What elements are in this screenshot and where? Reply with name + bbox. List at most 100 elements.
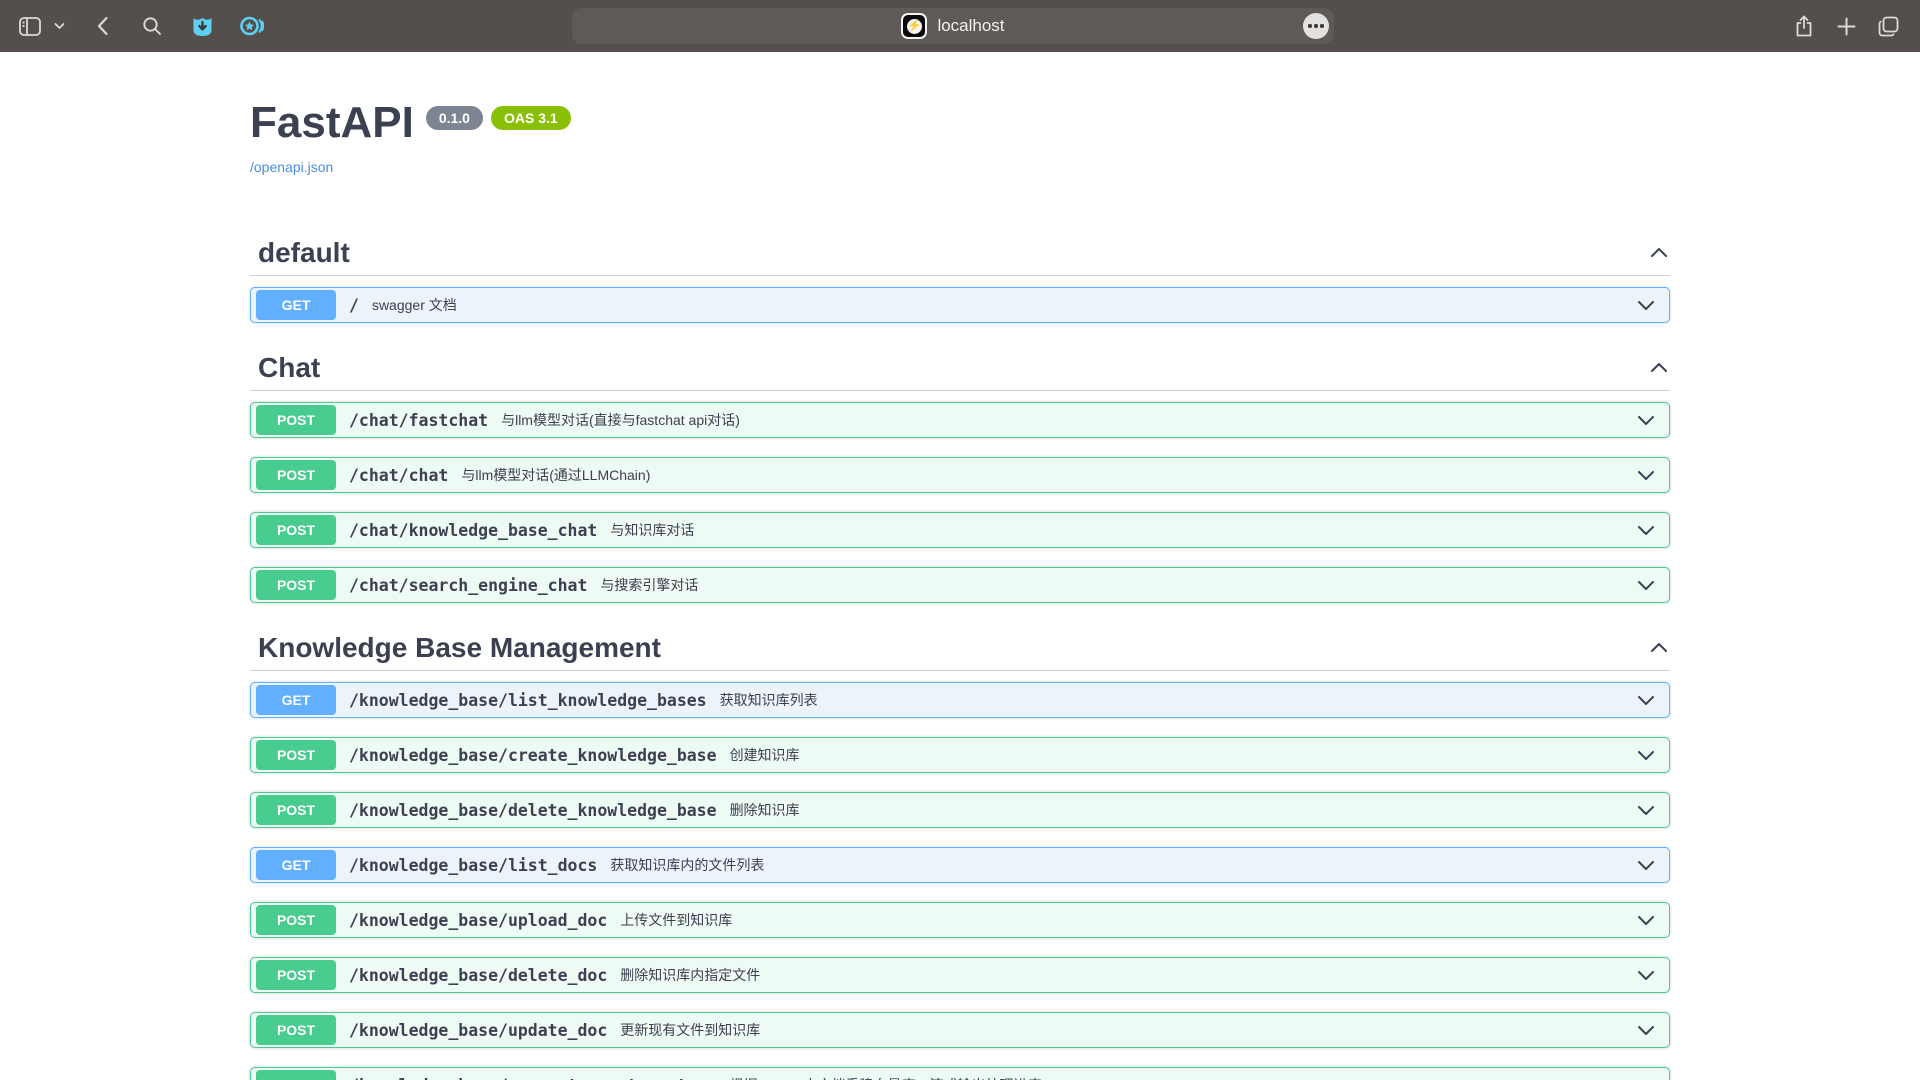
api-sections: default GET / swagger 文档 Chat [250, 227, 1670, 1080]
lightning-bolt-icon: ⚡ [907, 19, 922, 34]
search-icon [142, 16, 162, 36]
api-section: Chat POST /chat/fastchat 与llm模型对话(直接与fas… [250, 342, 1670, 603]
chevron-down-icon[interactable] [1635, 464, 1657, 486]
endpoint-list: POST /chat/fastchat 与llm模型对话(直接与fastchat… [250, 402, 1670, 603]
extension-shield-icon [192, 15, 213, 37]
extension-broadcast-button[interactable] [236, 10, 268, 42]
method-badge: POST [256, 1070, 336, 1080]
section-title: Chat [258, 354, 320, 382]
endpoint-row[interactable]: GET /knowledge_base/list_knowledge_bases… [250, 682, 1670, 718]
endpoint-path: /knowledge_base/list_docs [349, 856, 597, 875]
endpoint-list: GET / swagger 文档 [250, 287, 1670, 323]
endpoint-summary: 创建知识库 [730, 745, 800, 765]
new-tab-button[interactable] [1830, 10, 1862, 42]
chevron-down-icon[interactable] [1635, 294, 1657, 316]
endpoint-row[interactable]: POST /chat/fastchat 与llm模型对话(直接与fastchat… [250, 402, 1670, 438]
api-section: default GET / swagger 文档 [250, 227, 1670, 323]
endpoint-list: GET /knowledge_base/list_knowledge_bases… [250, 682, 1670, 1080]
chevron-down-icon[interactable] [1635, 964, 1657, 986]
chevron-down-icon[interactable] [1635, 744, 1657, 766]
site-favicon: ⚡ [901, 13, 927, 39]
endpoint-path: /knowledge_base/list_knowledge_bases [349, 691, 707, 710]
endpoint-path: /knowledge_base/delete_doc [349, 966, 607, 985]
chevron-up-icon[interactable] [1648, 357, 1670, 379]
oas-badge: OAS 3.1 [491, 106, 571, 130]
method-badge: GET [256, 850, 336, 880]
endpoint-summary: swagger 文档 [372, 295, 457, 315]
endpoint-summary: 获取知识库列表 [720, 690, 818, 710]
url-text: localhost [937, 16, 1004, 36]
method-badge: POST [256, 795, 336, 825]
method-badge: POST [256, 570, 336, 600]
chevron-down-icon[interactable] [1635, 1074, 1657, 1080]
chevron-down-icon[interactable] [1635, 519, 1657, 541]
share-icon [1795, 15, 1813, 37]
endpoint-row[interactable]: POST /chat/chat 与llm模型对话(通过LLMChain) [250, 457, 1670, 493]
endpoint-summary: 根据content中文档重建向量库，流式输出处理进度。 [730, 1075, 1056, 1080]
method-badge: POST [256, 1015, 336, 1045]
endpoint-path: /chat/knowledge_base_chat [349, 521, 597, 540]
section-header[interactable]: default [250, 227, 1670, 276]
chevron-down-icon[interactable] [1635, 689, 1657, 711]
endpoint-row[interactable]: GET / swagger 文档 [250, 287, 1670, 323]
chevron-down-icon [54, 22, 65, 30]
share-button[interactable] [1788, 10, 1820, 42]
chevron-down-icon[interactable] [1635, 799, 1657, 821]
extension-broadcast-icon [240, 15, 264, 37]
openapi-spec-link[interactable]: /openapi.json [250, 159, 333, 175]
section-title: Knowledge Base Management [258, 634, 661, 662]
new-tab-icon [1837, 17, 1856, 36]
endpoint-path: /knowledge_base/delete_knowledge_base [349, 801, 717, 820]
endpoint-path: /chat/chat [349, 466, 448, 485]
api-info: FastAPI 0.1.0 OAS 3.1 /openapi.json [250, 52, 1670, 177]
endpoint-path: /knowledge_base/upload_doc [349, 911, 607, 930]
sidebar-toggle-icon [19, 17, 41, 36]
endpoint-summary: 与知识库对话 [610, 520, 694, 540]
chevron-down-icon[interactable] [1635, 909, 1657, 931]
endpoint-row[interactable]: POST /knowledge_base/upload_doc 上传文件到知识库 [250, 902, 1670, 938]
endpoint-row[interactable]: POST /chat/knowledge_base_chat 与知识库对话 [250, 512, 1670, 548]
chevron-up-icon[interactable] [1648, 637, 1670, 659]
extension-shield-button[interactable] [186, 10, 218, 42]
endpoint-summary: 获取知识库内的文件列表 [610, 855, 764, 875]
method-badge: POST [256, 740, 336, 770]
endpoint-summary: 更新现有文件到知识库 [620, 1020, 760, 1040]
swagger-page: FastAPI 0.1.0 OAS 3.1 /openapi.json defa… [0, 52, 1920, 1080]
sidebar-toggle-button[interactable] [14, 10, 46, 42]
chevron-down-icon[interactable] [1635, 409, 1657, 431]
sidebar-menu-chevron-button[interactable] [50, 10, 68, 42]
endpoint-row[interactable]: POST /chat/search_engine_chat 与搜索引擎对话 [250, 567, 1670, 603]
method-badge: POST [256, 905, 336, 935]
endpoint-row[interactable]: POST /knowledge_base/delete_doc 删除知识库内指定… [250, 957, 1670, 993]
endpoint-row[interactable]: GET /knowledge_base/list_docs 获取知识库内的文件列… [250, 847, 1670, 883]
browser-toolbar: ⚡ localhost [0, 0, 1920, 52]
page-options-button[interactable] [1303, 13, 1329, 39]
tab-overview-icon [1878, 16, 1899, 37]
endpoint-path: /chat/search_engine_chat [349, 576, 587, 595]
chevron-down-icon[interactable] [1635, 1019, 1657, 1041]
method-badge: POST [256, 515, 336, 545]
endpoint-row[interactable]: POST /knowledge_base/recreate_vector_sto… [250, 1067, 1670, 1080]
back-icon [96, 16, 109, 36]
endpoint-path: /knowledge_base/update_doc [349, 1021, 607, 1040]
endpoint-row[interactable]: POST /knowledge_base/update_doc 更新现有文件到知… [250, 1012, 1670, 1048]
back-button[interactable] [86, 10, 118, 42]
more-ellipsis-icon [1308, 24, 1311, 27]
section-header[interactable]: Knowledge Base Management [250, 622, 1670, 671]
address-bar[interactable]: ⚡ localhost [572, 8, 1334, 44]
chevron-up-icon[interactable] [1648, 242, 1670, 264]
endpoint-path: /knowledge_base/create_knowledge_base [349, 746, 717, 765]
endpoint-summary: 与llm模型对话(直接与fastchat api对话) [501, 410, 740, 430]
method-badge: GET [256, 685, 336, 715]
search-button[interactable] [136, 10, 168, 42]
chevron-down-icon[interactable] [1635, 854, 1657, 876]
section-header[interactable]: Chat [250, 342, 1670, 391]
tab-overview-button[interactable] [1872, 10, 1904, 42]
endpoint-row[interactable]: POST /knowledge_base/delete_knowledge_ba… [250, 792, 1670, 828]
chevron-down-icon[interactable] [1635, 574, 1657, 596]
endpoint-row[interactable]: POST /knowledge_base/create_knowledge_ba… [250, 737, 1670, 773]
api-section: Knowledge Base Management GET /knowledge… [250, 622, 1670, 1080]
endpoint-summary: 删除知识库内指定文件 [620, 965, 760, 985]
endpoint-path: /chat/fastchat [349, 411, 488, 430]
endpoint-path: /knowledge_base/recreate_vector_store [349, 1076, 717, 1080]
